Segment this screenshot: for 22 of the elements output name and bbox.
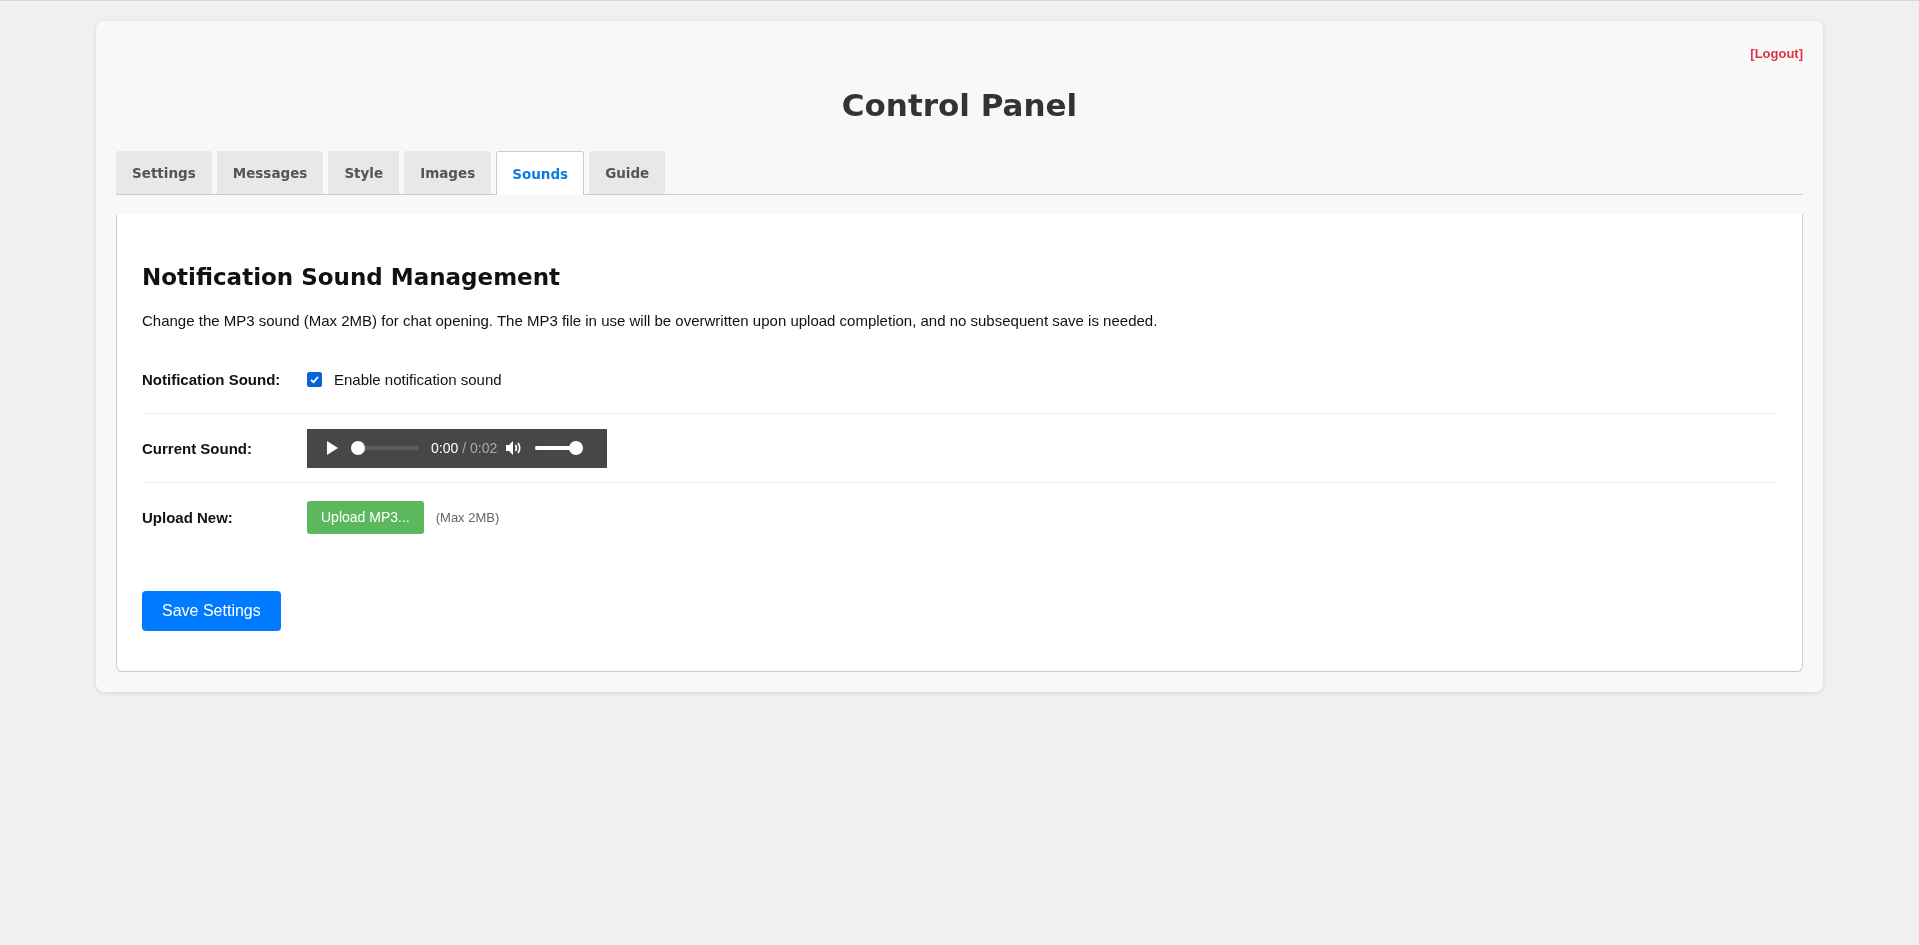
section-heading: Notification Sound Management [142, 264, 562, 290]
tab[interactable]: Settings [116, 151, 212, 194]
duration: / 0:02 [462, 440, 498, 456]
tab[interactable]: Style [328, 151, 400, 194]
tab[interactable]: Sounds [496, 151, 585, 195]
checkbox[interactable] [307, 371, 322, 387]
volume-thumb[interactable] [569, 441, 584, 455]
play-icon[interactable] [325, 440, 339, 456]
field-label: Notification Sound: [142, 370, 282, 388]
size-hint: (Max 2MB) [435, 509, 500, 525]
tab[interactable]: Messages [216, 151, 324, 194]
checkbox-label: Enable notification sound [334, 370, 502, 388]
section-description: Change the MP3 sound (Max 2MB) for chat opening. The MP3 file in use will be overwritten upon upload completion, and no subsequent save is needed. [142, 312, 1159, 329]
tab[interactable]: Images [404, 151, 492, 194]
tab[interactable]: Guide [589, 151, 666, 194]
field-label: Current Sound: [142, 439, 253, 457]
save-settings-button[interactable]: Save Settings [142, 591, 281, 631]
current-time: 0:00 [431, 440, 459, 456]
progress-thumb[interactable] [351, 441, 365, 455]
field-label: Upload New: [142, 508, 234, 526]
logout-link[interactable]: [Logout] [1750, 45, 1803, 61]
page-title: Control Panel [840, 87, 1079, 123]
